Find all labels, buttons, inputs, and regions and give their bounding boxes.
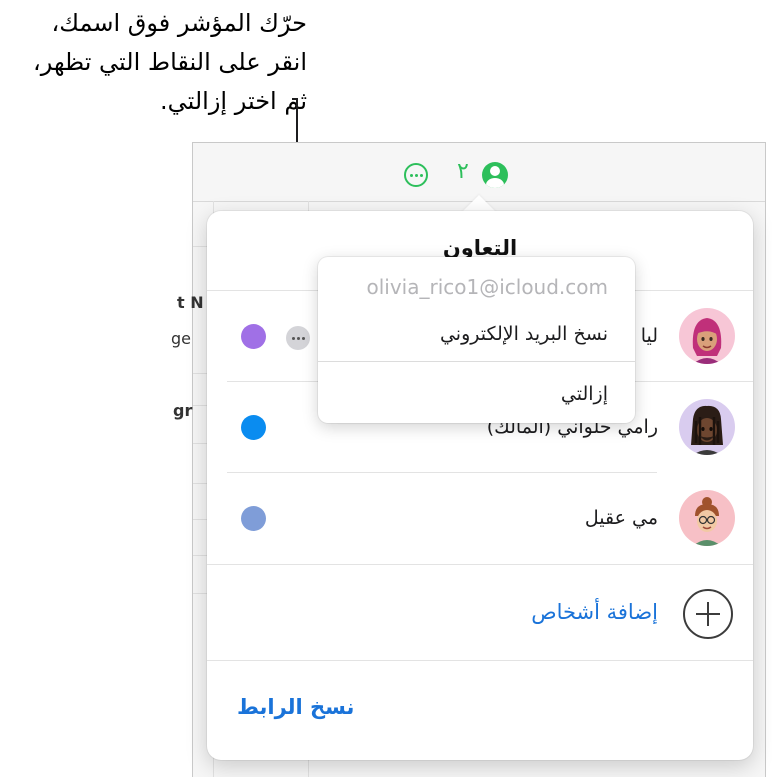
- popover-pointer: [462, 195, 496, 212]
- copy-link-button[interactable]: نسخ الرابط: [237, 667, 354, 747]
- participant-count: ٢: [457, 159, 469, 184]
- sheet-cell-text: ge: [171, 329, 191, 348]
- remove-me-menu-item[interactable]: إزالتي: [561, 383, 608, 405]
- participant-name: ليا: [640, 325, 658, 347]
- person-icon-body: [486, 178, 504, 188]
- participant-color-dot: [241, 415, 266, 440]
- add-people-link[interactable]: إضافة أشخاص: [531, 565, 658, 660]
- ellipsis-circle-icon[interactable]: [404, 163, 428, 187]
- callout-line-2: انقر على النقاط التي تظهر،: [32, 48, 307, 76]
- add-people-row[interactable]: إضافة أشخاص: [207, 565, 753, 660]
- avatar: [679, 490, 735, 546]
- callout-line-3: ثم اختر إزالتي.: [159, 87, 307, 115]
- memoji-avatar-icon: [692, 318, 722, 364]
- plus-circle-icon[interactable]: [683, 589, 733, 639]
- menu-divider: [318, 361, 635, 362]
- participant-row[interactable]: مي عقيل: [207, 473, 753, 563]
- memoji-avatar-icon: [693, 497, 721, 546]
- sheet-cell-text: t N: [177, 293, 204, 312]
- toolbar: ٢: [193, 143, 765, 202]
- person-icon-head: [490, 166, 500, 176]
- avatar: [679, 399, 735, 455]
- ellipsis-icon[interactable]: [286, 326, 310, 350]
- callout-line-1: حرّك المؤشر فوق اسمك،: [51, 9, 307, 37]
- participant-context-menu: olivia_rico1@icloud.com نسخ البريد الإلك…: [318, 257, 635, 423]
- participant-color-dot: [241, 324, 266, 349]
- menu-email-address: olivia_rico1@icloud.com: [366, 275, 608, 299]
- memoji-avatar-icon: [691, 405, 723, 455]
- instruction-callout: حرّك المؤشر فوق اسمك، انقر على النقاط ال…: [7, 4, 307, 121]
- copy-email-menu-item[interactable]: نسخ البريد الإلكتروني: [440, 323, 608, 345]
- sheet-cell-text: gr: [173, 401, 193, 420]
- participant-color-dot: [241, 506, 266, 531]
- collaborate-button[interactable]: [482, 162, 508, 188]
- participant-name: مي عقيل: [584, 507, 658, 529]
- avatar: [679, 308, 735, 364]
- section-divider: [207, 660, 753, 661]
